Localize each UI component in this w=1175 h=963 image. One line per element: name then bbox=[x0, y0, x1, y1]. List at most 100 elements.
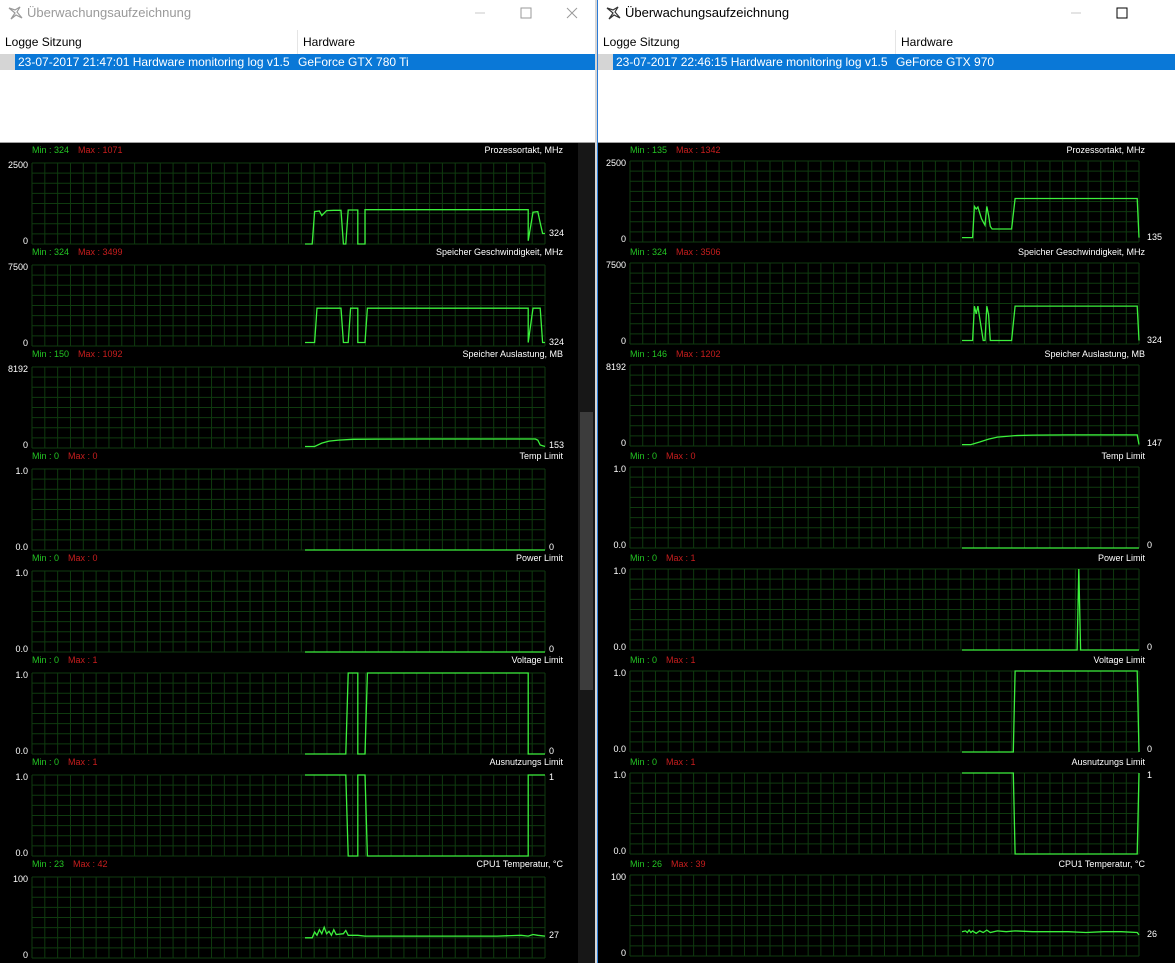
max-value: Max : 1092 bbox=[78, 349, 123, 359]
graph-panel[interactable]: Min : 324 Max : 1071 Prozessortakt, MHz 250… bbox=[0, 143, 595, 246]
series-line bbox=[305, 925, 546, 939]
max-value: Max : 3499 bbox=[78, 247, 123, 257]
current-value-label: 26 bbox=[1147, 928, 1158, 939]
graph-panel[interactable]: Min : 150 Max : 1092 Speicher Auslastung, … bbox=[0, 347, 595, 450]
close-icon bbox=[566, 7, 578, 19]
current-value-label: 1 bbox=[549, 772, 555, 782]
max-value: Max : 42 bbox=[73, 859, 108, 869]
y-axis-max-label: 1.0 bbox=[15, 772, 28, 782]
graph-plot bbox=[31, 366, 546, 449]
minimize-button[interactable] bbox=[1053, 0, 1099, 26]
graph-plot bbox=[31, 774, 546, 857]
graph-plot bbox=[629, 772, 1140, 855]
graph-panel[interactable]: Min : 0 Max : 0 Temp Limit 1.0 0.0 0 bbox=[598, 449, 1175, 551]
minimize-button[interactable] bbox=[457, 0, 503, 26]
graph-title: CPU1 Temperatur, °C bbox=[1058, 859, 1145, 869]
graph-plot bbox=[629, 874, 1140, 957]
graph-plot bbox=[629, 568, 1140, 651]
column-header-hardware[interactable]: Hardware bbox=[895, 30, 1175, 54]
y-axis-max-label: 2500 bbox=[605, 158, 626, 168]
max-value: Max : 3506 bbox=[676, 247, 721, 257]
column-header-session[interactable]: Logge Sitzung bbox=[598, 30, 895, 54]
min-value: Min : 0 bbox=[32, 451, 60, 461]
graph-panel[interactable]: Min : 0 Max : 1 Ausnutzungs Limit 1.0 0.0 1 bbox=[598, 755, 1175, 857]
graph-panel[interactable]: Min : 26 Max : 39 CPU1 Temperatur, °C 100 0 2… bbox=[598, 857, 1175, 959]
graph-title: Prozessortakt, MHz bbox=[1066, 145, 1145, 155]
monitoring-window-left: Überwachungsaufzeichnung Logge Sitzung H… bbox=[0, 0, 595, 963]
current-value-label: 324 bbox=[549, 227, 565, 238]
graph-panel[interactable]: Min : 23 Max : 42 CPU1 Temperatur, °C 100 0 2… bbox=[0, 857, 595, 960]
column-header-hardware[interactable]: Hardware bbox=[297, 30, 595, 54]
session-row-selected[interactable]: 23-07-2017 22:46:15 Hardware monitoring … bbox=[613, 54, 1175, 70]
y-axis-max-label: 100 bbox=[12, 874, 28, 884]
graph-panel[interactable]: Min : 0 Max : 1 Voltage Limit 1.0 0.0 0 bbox=[598, 653, 1175, 755]
y-axis-max-label: 8192 bbox=[7, 364, 28, 374]
graph-title: Voltage Limit bbox=[1093, 655, 1145, 665]
min-max-readout: Min : 0 Max : 1 bbox=[32, 655, 98, 665]
graph-title: Temp Limit bbox=[519, 451, 563, 461]
current-value-label: 0 bbox=[1147, 744, 1153, 754]
y-axis-max-label: 1.0 bbox=[15, 568, 28, 578]
min-value: Min : 23 bbox=[32, 859, 65, 869]
current-value-label: 135 bbox=[1147, 231, 1163, 242]
graph-title: Speicher Auslastung, MB bbox=[462, 349, 563, 359]
series-line bbox=[305, 438, 546, 448]
current-value-label: 147 bbox=[1147, 438, 1163, 448]
graph-panel[interactable]: Min : 324 Max : 3506 Speicher Geschwindigk… bbox=[598, 245, 1175, 347]
title-bar[interactable]: Überwachungsaufzeichnung bbox=[0, 0, 595, 26]
min-value: Min : 150 bbox=[32, 349, 70, 359]
close-button[interactable] bbox=[549, 0, 595, 26]
max-value: Max : 1071 bbox=[78, 145, 123, 155]
scrollbar-thumb[interactable] bbox=[580, 412, 593, 690]
min-max-readout: Min : 324 Max : 1071 bbox=[32, 145, 123, 155]
graph-panel[interactable]: Min : 324 Max : 3499 Speicher Geschwindigk… bbox=[0, 245, 595, 348]
min-value: Min : 324 bbox=[630, 247, 668, 257]
window-title: Überwachungsaufzeichnung bbox=[625, 5, 790, 20]
min-max-readout: Min : 26 Max : 39 bbox=[630, 859, 706, 869]
title-bar[interactable]: Überwachungsaufzeichnung bbox=[598, 0, 1175, 26]
maximize-button[interactable] bbox=[503, 0, 549, 26]
session-name: 23-07-2017 22:46:15 Hardware monitoring … bbox=[616, 55, 888, 69]
max-value: Max : 0 bbox=[68, 451, 98, 461]
graph-panel[interactable]: Min : 0 Max : 0 Temp Limit 1.0 0.0 0 bbox=[0, 449, 595, 552]
graph-plot bbox=[31, 264, 546, 347]
y-axis-max-label: 7500 bbox=[7, 262, 28, 272]
column-header-session[interactable]: Logge Sitzung bbox=[0, 30, 297, 54]
row-indicator bbox=[0, 54, 15, 70]
y-axis-max-label: 100 bbox=[610, 872, 626, 882]
max-value: Max : 1 bbox=[68, 655, 98, 665]
graph-title: CPU1 Temperatur, °C bbox=[476, 859, 563, 869]
min-value: Min : 0 bbox=[32, 553, 60, 563]
graph-panel[interactable]: Min : 0 Max : 1 Power Limit 1.0 0.0 0 bbox=[598, 551, 1175, 653]
min-max-readout: Min : 23 Max : 42 bbox=[32, 859, 108, 869]
session-list: Logge Sitzung Hardware 23-07-2017 22:46:… bbox=[598, 26, 1175, 143]
min-value: Min : 324 bbox=[32, 247, 70, 257]
min-max-readout: Min : 0 Max : 1 bbox=[630, 655, 696, 665]
y-axis-min-label: 0.0 bbox=[613, 846, 626, 856]
minimize-icon bbox=[475, 12, 485, 14]
maximize-button[interactable] bbox=[1099, 0, 1145, 26]
afterburner-app-icon bbox=[8, 6, 23, 20]
y-axis-max-label: 1.0 bbox=[15, 466, 28, 476]
y-axis-max-label: 1.0 bbox=[613, 770, 626, 780]
graph-panel[interactable]: Min : 0 Max : 1 Ausnutzungs Limit 1.0 0.0 1 bbox=[0, 755, 595, 858]
current-value-label: 1 bbox=[1147, 770, 1153, 780]
session-row-selected[interactable]: 23-07-2017 21:47:01 Hardware monitoring … bbox=[15, 54, 595, 70]
min-value: Min : 0 bbox=[630, 451, 658, 461]
graph-panel[interactable]: Min : 146 Max : 1202 Speicher Auslastung, … bbox=[598, 347, 1175, 449]
graph-plot bbox=[629, 262, 1140, 345]
min-value: Min : 0 bbox=[32, 757, 60, 767]
current-value-label: 324 bbox=[1147, 334, 1163, 345]
min-max-readout: Min : 0 Max : 0 bbox=[32, 451, 98, 461]
max-value: Max : 1342 bbox=[676, 145, 721, 155]
min-max-readout: Min : 0 Max : 1 bbox=[630, 553, 696, 563]
graph-plot bbox=[31, 162, 546, 245]
current-value-label: 0 bbox=[1147, 540, 1153, 550]
maximize-icon bbox=[1116, 7, 1128, 19]
min-max-readout: Min : 135 Max : 1342 bbox=[630, 145, 721, 155]
y-axis-min-label: 0 bbox=[620, 438, 626, 448]
graph-panel[interactable]: Min : 0 Max : 1 Voltage Limit 1.0 0.0 0 bbox=[0, 653, 595, 756]
monitoring-window-right: Überwachungsaufzeichnung Logge Sitzung H… bbox=[598, 0, 1175, 963]
graph-panel[interactable]: Min : 0 Max : 0 Power Limit 1.0 0.0 0 bbox=[0, 551, 595, 654]
graph-panel[interactable]: Min : 135 Max : 1342 Prozessortakt, MHz 250… bbox=[598, 143, 1175, 245]
